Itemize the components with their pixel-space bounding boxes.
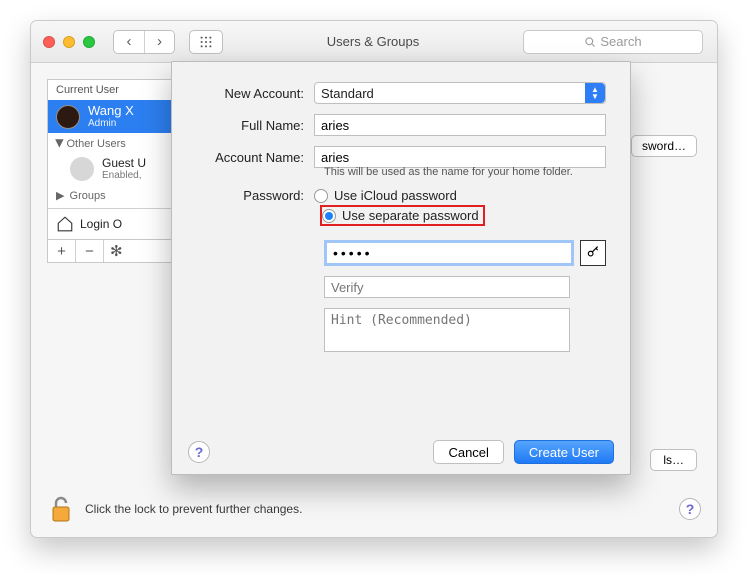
account-name-hint: This will be used as the name for your h… [324, 166, 606, 178]
label-full-name: Full Name: [196, 118, 314, 133]
window-title: Users & Groups [229, 34, 517, 49]
password-field[interactable] [324, 240, 574, 266]
verify-password-field[interactable] [324, 276, 570, 298]
account-type-value: Standard [321, 86, 374, 101]
window-footer: Click the lock to prevent further change… [31, 481, 717, 537]
ls-button[interactable]: ls… [650, 449, 697, 471]
lock-icon[interactable] [47, 495, 75, 523]
zoom-window-icon[interactable] [83, 36, 95, 48]
guest-status: Enabled, [102, 170, 146, 181]
account-name-field[interactable] [314, 146, 606, 168]
current-user-role: Admin [88, 118, 134, 129]
titlebar: ‹ › Users & Groups Search [31, 21, 717, 63]
home-icon [56, 215, 74, 233]
account-type-select[interactable]: Standard ▲▼ [314, 82, 606, 104]
search-icon [584, 36, 596, 48]
new-user-sheet: New Account: Standard ▲▼ Full Name: Acco… [171, 61, 631, 475]
avatar [56, 105, 80, 129]
password-assistant-button[interactable] [580, 240, 606, 266]
login-options-label: Login O [80, 217, 122, 231]
chevron-updown-icon: ▲▼ [585, 83, 605, 103]
lock-text: Click the lock to prevent further change… [85, 502, 302, 516]
radio-icloud-password[interactable] [314, 189, 328, 203]
remove-user-button[interactable]: − [76, 240, 104, 262]
cancel-button[interactable]: Cancel [433, 440, 503, 464]
label-new-account: New Account: [196, 86, 314, 101]
label-account-name: Account Name: [196, 150, 314, 165]
radio-separate-label: Use separate password [342, 208, 479, 223]
current-user-name: Wang X [88, 104, 134, 118]
password-hint-field[interactable] [324, 308, 570, 352]
nav-segmented: ‹ › [113, 30, 175, 54]
key-icon [586, 246, 600, 260]
highlight-box: Use separate password [320, 205, 485, 226]
change-password-button[interactable]: sword… [631, 135, 697, 157]
prefs-window: ‹ › Users & Groups Search Current User W… [30, 20, 718, 538]
search-input[interactable]: Search [523, 30, 703, 54]
full-name-field[interactable] [314, 114, 606, 136]
sheet-footer: ? Cancel Create User [172, 440, 630, 464]
close-window-icon[interactable] [43, 36, 55, 48]
create-user-button[interactable]: Create User [514, 440, 614, 464]
add-user-button[interactable]: + [48, 240, 76, 262]
help-button[interactable]: ? [679, 498, 701, 520]
avatar [70, 157, 94, 181]
search-placeholder: Search [600, 34, 641, 49]
sheet-help-button[interactable]: ? [188, 441, 210, 463]
show-all-button[interactable] [189, 30, 223, 54]
radio-icloud-label: Use iCloud password [334, 188, 457, 203]
radio-separate-password[interactable] [322, 209, 336, 223]
guest-name: Guest U [102, 156, 146, 170]
label-password: Password: [196, 188, 314, 203]
window-controls [43, 36, 95, 48]
back-button[interactable]: ‹ [114, 31, 144, 53]
forward-button[interactable]: › [144, 31, 174, 53]
minimize-window-icon[interactable] [63, 36, 75, 48]
